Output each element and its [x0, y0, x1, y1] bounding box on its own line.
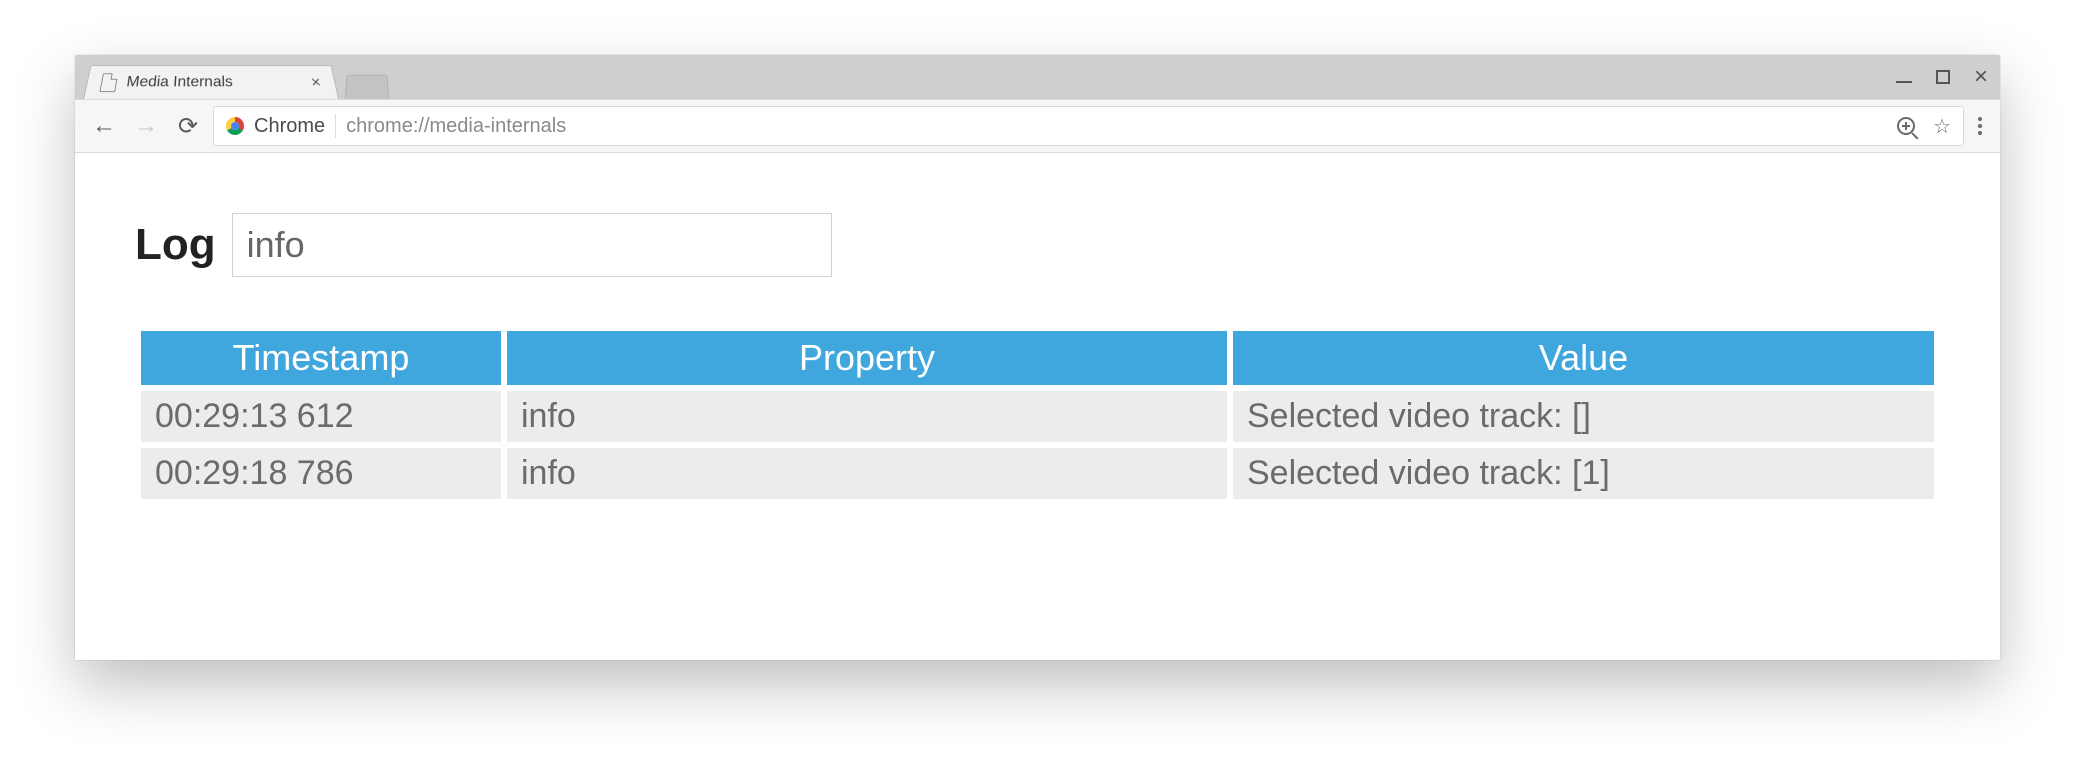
log-table: Timestamp Property Value 00:29:13 612 in…: [135, 325, 1940, 505]
col-timestamp: Timestamp: [141, 331, 501, 385]
browser-window: Media Internals × × ← → ⟳ Chrome chrome:…: [75, 55, 2000, 660]
tab-title: Media Internals: [125, 74, 297, 91]
col-property: Property: [507, 331, 1227, 385]
bookmark-star-icon[interactable]: ☆: [1933, 114, 1951, 139]
cell-property: info: [507, 391, 1227, 442]
page-content: Log Timestamp Property Value 00:29:13 61…: [75, 153, 2000, 545]
log-filter-input[interactable]: [232, 213, 832, 277]
table-row: 00:29:13 612 info Selected video track: …: [141, 391, 1934, 442]
new-tab-button[interactable]: [345, 75, 389, 99]
minimize-icon[interactable]: [1896, 81, 1912, 83]
page-icon: [99, 73, 118, 92]
back-button[interactable]: ←: [87, 112, 121, 140]
close-window-icon[interactable]: ×: [1974, 65, 1988, 89]
log-header: Log: [135, 213, 1940, 277]
col-value: Value: [1233, 331, 1934, 385]
reload-button[interactable]: ⟳: [171, 112, 205, 141]
url-text: chrome://media-internals: [346, 115, 1887, 138]
browser-tab[interactable]: Media Internals ×: [83, 65, 339, 99]
menu-button[interactable]: [1972, 117, 1988, 135]
forward-button[interactable]: →: [129, 112, 163, 140]
maximize-icon[interactable]: [1936, 70, 1950, 84]
cell-timestamp: 00:29:18 786: [141, 448, 501, 499]
separator: [335, 114, 336, 138]
close-tab-icon[interactable]: ×: [304, 74, 328, 90]
chrome-icon: [226, 117, 244, 135]
window-controls: ×: [1896, 55, 1988, 99]
table-row: 00:29:18 786 info Selected video track: …: [141, 448, 1934, 499]
cell-timestamp: 00:29:13 612: [141, 391, 501, 442]
tab-strip: Media Internals × ×: [75, 55, 2000, 99]
origin-label: Chrome: [254, 115, 325, 138]
log-heading: Log: [135, 220, 216, 270]
cell-property: info: [507, 448, 1227, 499]
cell-value: Selected video track: [1]: [1233, 448, 1934, 499]
zoom-icon[interactable]: [1897, 117, 1915, 135]
browser-toolbar: ← → ⟳ Chrome chrome://media-internals ☆: [75, 99, 2000, 153]
table-header-row: Timestamp Property Value: [141, 331, 1934, 385]
cell-value: Selected video track: []: [1233, 391, 1934, 442]
omnibox-actions: ☆: [1897, 114, 1951, 139]
address-bar[interactable]: Chrome chrome://media-internals ☆: [213, 106, 1964, 146]
